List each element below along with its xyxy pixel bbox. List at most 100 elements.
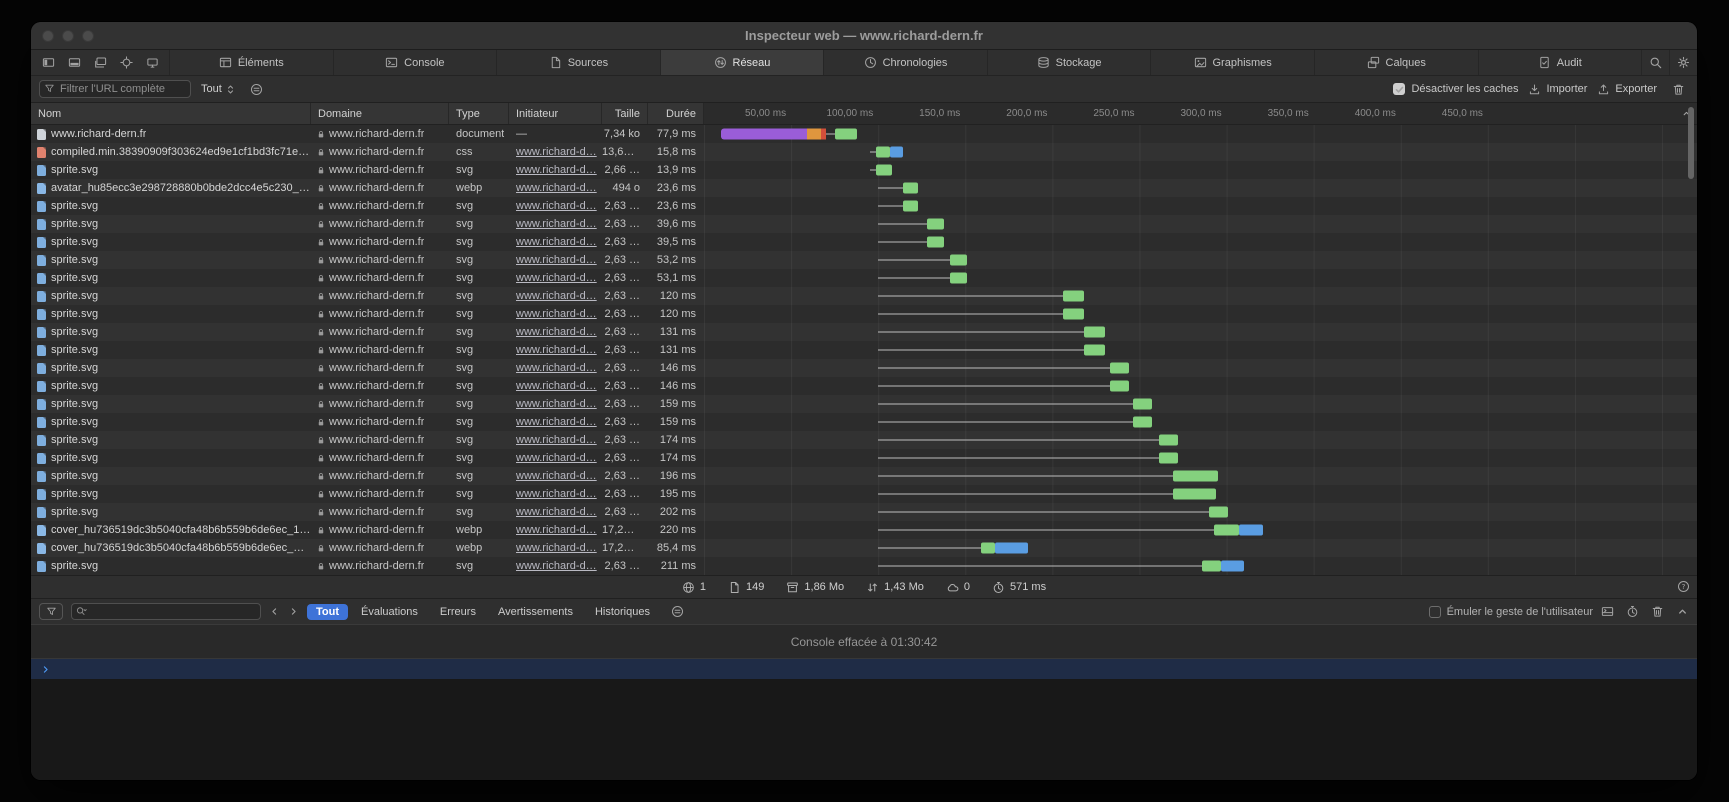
console-next-button[interactable] xyxy=(288,606,299,617)
tab-elements[interactable]: Éléments xyxy=(170,50,333,75)
console-filter-button[interactable] xyxy=(39,603,63,620)
minimize-button[interactable] xyxy=(62,30,74,42)
resource-initiator[interactable]: www.richard-d… xyxy=(516,488,597,500)
network-row[interactable]: sprite.svg www.richard-dern.fr svg www.r… xyxy=(31,359,1697,377)
emulate-user-gesture-checkbox[interactable] xyxy=(1429,606,1441,618)
network-row[interactable]: cover_hu736519dc3b5040cfa48b6b559b6de6ec… xyxy=(31,539,1697,557)
network-row[interactable]: sprite.svg www.richard-dern.fr svg www.r… xyxy=(31,161,1697,179)
search-button[interactable] xyxy=(1641,50,1669,75)
close-button[interactable] xyxy=(42,30,54,42)
console-search-input[interactable] xyxy=(71,603,261,620)
network-row[interactable]: sprite.svg www.richard-dern.fr svg www.r… xyxy=(31,431,1697,449)
disable-caches-checkbox[interactable] xyxy=(1393,83,1405,95)
tab-audit[interactable]: Audit xyxy=(1478,50,1642,75)
import-button[interactable]: Importer xyxy=(1528,83,1587,96)
zoom-button[interactable] xyxy=(82,30,94,42)
resource-initiator[interactable]: www.richard-d… xyxy=(516,164,597,176)
network-row[interactable]: sprite.svg www.richard-dern.fr svg www.r… xyxy=(31,323,1697,341)
network-row[interactable]: sprite.svg www.richard-dern.fr svg www.r… xyxy=(31,467,1697,485)
resource-initiator[interactable]: www.richard-d… xyxy=(516,182,597,194)
settings-button[interactable] xyxy=(1669,50,1697,75)
column-header-name[interactable]: Nom xyxy=(31,103,311,124)
clear-network-button[interactable] xyxy=(1667,79,1689,99)
undock-button[interactable] xyxy=(89,53,111,73)
resource-initiator[interactable]: www.richard-d… xyxy=(516,236,597,248)
expand-console-button[interactable] xyxy=(1676,605,1689,618)
resource-initiator[interactable]: www.richard-d… xyxy=(516,362,597,374)
console-scope-all[interactable]: Tout xyxy=(307,604,348,620)
console-scope-warnings[interactable]: Avertissements xyxy=(489,604,582,620)
network-row[interactable]: sprite.svg www.richard-dern.fr svg www.r… xyxy=(31,269,1697,287)
tab-network[interactable]: Réseau xyxy=(660,50,824,75)
tab-layers[interactable]: Calques xyxy=(1314,50,1478,75)
resource-initiator[interactable]: www.richard-d… xyxy=(516,542,597,554)
resource-initiator[interactable]: www.richard-d… xyxy=(516,326,597,338)
vertical-scrollbar[interactable] xyxy=(1688,107,1694,179)
network-row[interactable]: sprite.svg www.richard-dern.fr svg www.r… xyxy=(31,557,1697,575)
resource-initiator[interactable]: www.richard-d… xyxy=(516,560,597,572)
resource-initiator[interactable]: www.richard-d… xyxy=(516,470,597,482)
dock-bottom-button[interactable] xyxy=(63,53,85,73)
help-button[interactable] xyxy=(1677,580,1690,593)
network-row[interactable]: cover_hu736519dc3b5040cfa48b6b559b6de6ec… xyxy=(31,521,1697,539)
split-console-button[interactable] xyxy=(1601,605,1614,618)
network-row[interactable]: sprite.svg www.richard-dern.fr svg www.r… xyxy=(31,341,1697,359)
resource-initiator[interactable]: www.richard-d… xyxy=(516,146,597,158)
resource-initiator[interactable]: www.richard-d… xyxy=(516,452,597,464)
network-row[interactable]: sprite.svg www.richard-dern.fr svg www.r… xyxy=(31,413,1697,431)
clear-console-button[interactable] xyxy=(1651,605,1664,618)
network-row[interactable]: sprite.svg www.richard-dern.fr svg www.r… xyxy=(31,305,1697,323)
url-filter-input[interactable] xyxy=(39,80,191,98)
tab-timelines[interactable]: Chronologies xyxy=(823,50,987,75)
console-previous-button[interactable] xyxy=(269,606,280,617)
dock-side-button[interactable] xyxy=(37,53,59,73)
resource-initiator[interactable]: www.richard-d… xyxy=(516,308,597,320)
resource-initiator[interactable]: www.richard-d… xyxy=(516,380,597,392)
network-row[interactable]: compiled.min.38390909f303624ed9e1cf1bd3f… xyxy=(31,143,1697,161)
network-row[interactable]: sprite.svg www.richard-dern.fr svg www.r… xyxy=(31,197,1697,215)
device-settings-button[interactable] xyxy=(141,53,163,73)
resource-initiator[interactable]: www.richard-d… xyxy=(516,434,597,446)
resource-initiator[interactable]: www.richard-d… xyxy=(516,524,597,536)
network-row[interactable]: sprite.svg www.richard-dern.fr svg www.r… xyxy=(31,251,1697,269)
network-row[interactable]: sprite.svg www.richard-dern.fr svg www.r… xyxy=(31,233,1697,251)
console-scope-errors[interactable]: Erreurs xyxy=(431,604,485,620)
console-prompt[interactable] xyxy=(31,659,1697,679)
disable-caches-option[interactable]: Désactiver les caches xyxy=(1393,83,1518,95)
console-activity-button[interactable] xyxy=(1626,605,1639,618)
resource-initiator[interactable]: www.richard-d… xyxy=(516,398,597,410)
filter-options-button[interactable] xyxy=(246,79,268,99)
resource-initiator[interactable]: www.richard-d… xyxy=(516,416,597,428)
tab-console[interactable]: Console xyxy=(333,50,497,75)
network-row[interactable]: sprite.svg www.richard-dern.fr svg www.r… xyxy=(31,377,1697,395)
export-button[interactable]: Exporter xyxy=(1597,83,1657,96)
resource-type-select[interactable]: Tout xyxy=(201,83,236,95)
resource-initiator[interactable]: www.richard-d… xyxy=(516,254,597,266)
column-header-initiator[interactable]: Initiateur xyxy=(509,103,602,124)
network-row[interactable]: avatar_hu85ecc3e298728880b0bde2dcc4e5c23… xyxy=(31,179,1697,197)
resource-initiator[interactable]: www.richard-d… xyxy=(516,506,597,518)
network-row[interactable]: sprite.svg www.richard-dern.fr svg www.r… xyxy=(31,449,1697,467)
column-header-duration[interactable]: Durée xyxy=(648,103,704,124)
console-scope-evaluations[interactable]: Évaluations xyxy=(352,604,427,620)
resource-initiator[interactable]: www.richard-d… xyxy=(516,200,597,212)
network-row[interactable]: sprite.svg www.richard-dern.fr svg www.r… xyxy=(31,215,1697,233)
resource-initiator[interactable]: www.richard-d… xyxy=(516,272,597,284)
network-row[interactable]: www.richard-dern.fr www.richard-dern.fr … xyxy=(31,125,1697,143)
inspect-element-button[interactable] xyxy=(115,53,137,73)
network-row[interactable]: sprite.svg www.richard-dern.fr svg www.r… xyxy=(31,485,1697,503)
network-row[interactable]: sprite.svg www.richard-dern.fr svg www.r… xyxy=(31,395,1697,413)
column-header-domain[interactable]: Domaine xyxy=(311,103,449,124)
network-row[interactable]: sprite.svg www.richard-dern.fr svg www.r… xyxy=(31,287,1697,305)
tab-graphics[interactable]: Graphismes xyxy=(1150,50,1314,75)
column-header-type[interactable]: Type xyxy=(449,103,509,124)
column-header-size[interactable]: Taille xyxy=(602,103,648,124)
network-row[interactable]: sprite.svg www.richard-dern.fr svg www.r… xyxy=(31,503,1697,521)
resource-initiator[interactable]: www.richard-d… xyxy=(516,344,597,356)
emulate-user-gesture-option[interactable]: Émuler le geste de l'utilisateur xyxy=(1429,606,1593,618)
tab-storage[interactable]: Stockage xyxy=(987,50,1151,75)
console-options-button[interactable] xyxy=(667,602,689,622)
resource-initiator[interactable]: www.richard-d… xyxy=(516,290,597,302)
tab-sources[interactable]: Sources xyxy=(496,50,660,75)
resource-initiator[interactable]: www.richard-d… xyxy=(516,218,597,230)
